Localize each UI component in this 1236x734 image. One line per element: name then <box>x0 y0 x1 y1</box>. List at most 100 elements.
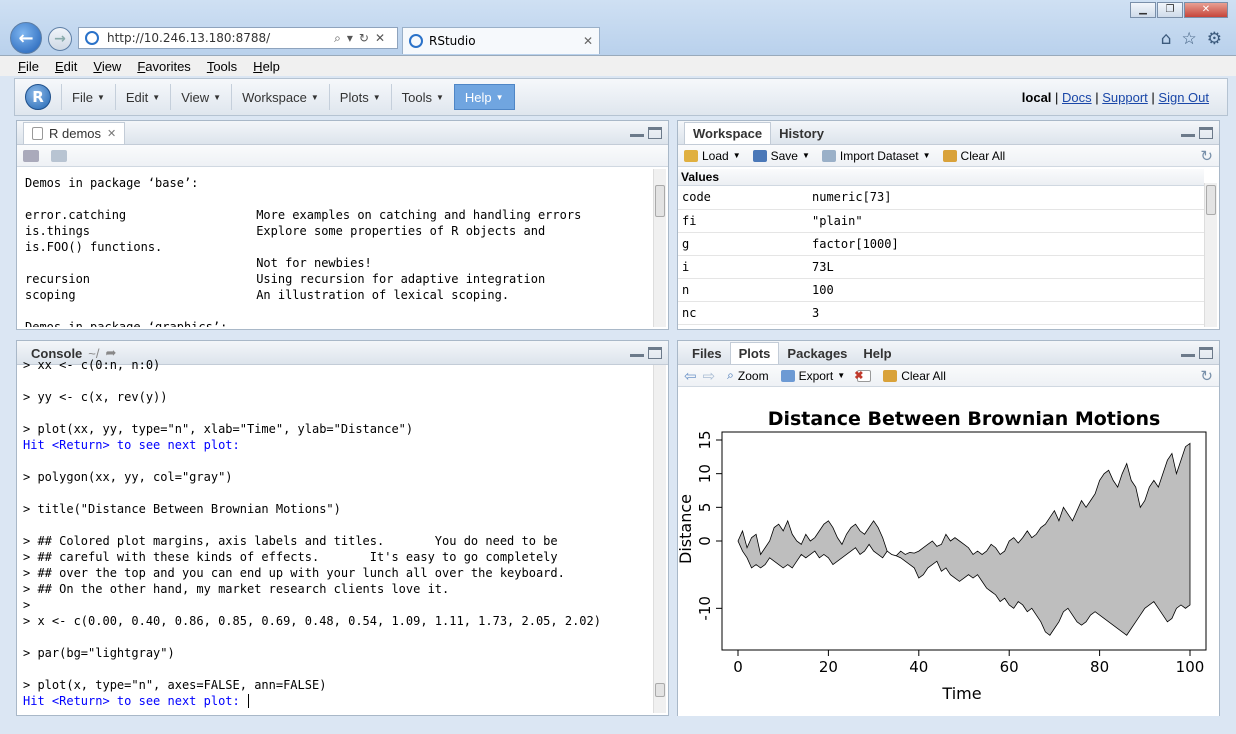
tab-history[interactable]: History <box>771 122 832 144</box>
refresh-icon[interactable]: ↻ <box>1200 147 1213 165</box>
menu-edit[interactable]: Edit <box>47 59 85 74</box>
chevron-down-icon: ▼ <box>495 92 504 102</box>
rmenu-edit[interactable]: Edit ▼ <box>114 84 170 110</box>
url-text[interactable]: http://10.246.13.180:8788/ <box>107 31 270 45</box>
address-bar[interactable]: http://10.246.13.180:8788/ ⌕▾↻✕ <box>78 27 398 49</box>
forward-button[interactable]: → <box>48 27 72 51</box>
rmenu-plots[interactable]: Plots ▼ <box>328 84 391 110</box>
rmenu-help-label: Help <box>464 89 492 105</box>
menu-tools[interactable]: Tools <box>199 59 245 74</box>
user-name: local <box>1021 89 1052 105</box>
workspace-pane-controls <box>1181 127 1213 139</box>
source-line: error.catching More examples on catching… <box>25 208 582 222</box>
save-button[interactable]: Save ▼ <box>752 149 810 163</box>
source-scrollbar[interactable] <box>653 169 666 327</box>
x-tick-label: 100 <box>1176 658 1205 676</box>
tab-workspace[interactable]: Workspace <box>684 122 772 144</box>
rmenu-tools-label: Tools <box>401 89 432 105</box>
tab-files[interactable]: Files <box>684 342 730 364</box>
browser-tab[interactable]: RStudio ✕ <box>402 27 600 54</box>
chevron-down-icon: ▼ <box>213 92 222 102</box>
home-icon[interactable]: ⌂ <box>1161 29 1172 49</box>
area-polygon <box>737 442 1191 636</box>
rmenu-tools[interactable]: Tools ▼ <box>390 84 454 110</box>
rmenu-file[interactable]: File ▼ <box>61 84 115 110</box>
source-line: is.things Explore some properties of R o… <box>25 224 546 238</box>
address-controls[interactable]: ⌕▾↻✕ <box>334 31 397 46</box>
workspace-row[interactable]: code numeric[73] <box>678 186 1204 210</box>
tab-packages[interactable]: Packages <box>779 342 855 364</box>
menu-favorites[interactable]: Favorites <box>129 59 198 74</box>
scrollbar-thumb[interactable] <box>655 185 665 217</box>
workspace-row[interactable]: i 73L <box>678 255 1204 279</box>
clear-all-plots-button[interactable]: Clear All <box>883 369 946 383</box>
tab-help[interactable]: Help <box>855 342 899 364</box>
favorites-star-icon[interactable]: ☆ <box>1182 29 1197 49</box>
variable-value: factor[1000] <box>808 232 1204 256</box>
docs-link[interactable]: Docs <box>1062 90 1092 105</box>
rmenu-workspace[interactable]: Workspace ▼ <box>231 84 329 110</box>
import-dataset-button[interactable]: Import Dataset ▼ <box>821 149 931 163</box>
workspace-row[interactable]: fi "plain" <box>678 209 1204 233</box>
console-line: > ## over the top and you can end up wit… <box>23 566 565 580</box>
menu-file[interactable]: File <box>10 59 47 74</box>
source-toolbar <box>17 145 668 167</box>
restore-window-button[interactable]: ❐ <box>1157 2 1183 18</box>
console-scrollbar[interactable] <box>653 365 666 713</box>
menu-help[interactable]: Help <box>245 59 288 74</box>
minimize-pane-icon[interactable] <box>630 347 644 357</box>
close-tab-icon[interactable]: ✕ <box>583 34 593 48</box>
source-line: Not for newbies! <box>25 256 372 270</box>
minimize-window-button[interactable]: ▁ <box>1130 2 1156 18</box>
maximize-pane-icon[interactable] <box>1199 347 1213 359</box>
refresh-icon[interactable]: ↻ <box>1200 367 1213 385</box>
arrow-right-icon[interactable]: ⇨ <box>703 367 716 385</box>
sign-out-link[interactable]: Sign Out <box>1158 90 1209 105</box>
workspace-row[interactable]: n 100 <box>678 278 1204 302</box>
export-icon <box>780 369 795 382</box>
close-tab-icon[interactable]: ✕ <box>107 127 116 140</box>
rmenu-help[interactable]: Help ▼ <box>453 84 515 110</box>
folder-open-icon <box>684 149 698 162</box>
export-button[interactable]: Export ▼ <box>780 369 846 383</box>
chevron-down-icon: ▼ <box>801 151 810 160</box>
maximize-pane-icon[interactable] <box>1199 127 1213 139</box>
rmenu-view[interactable]: View ▼ <box>170 84 231 110</box>
popout-icon[interactable] <box>51 149 67 162</box>
arrow-left-icon[interactable]: ⇦ <box>684 367 697 385</box>
x-tick-label: 80 <box>1090 658 1109 676</box>
minimize-pane-icon[interactable] <box>1181 347 1195 357</box>
clear-all-button[interactable]: Clear All <box>942 149 1005 163</box>
variable-value: "plain" <box>808 209 1204 233</box>
maximize-pane-icon[interactable] <box>648 127 662 139</box>
x-tick-label: 20 <box>819 658 838 676</box>
minimize-pane-icon[interactable] <box>1181 127 1195 137</box>
zoom-button[interactable]: ⌕ Zoom <box>727 368 768 383</box>
scrollbar-thumb[interactable] <box>655 683 665 697</box>
close-window-button[interactable]: ✕ <box>1184 2 1228 18</box>
support-link[interactable]: Support <box>1102 90 1148 105</box>
chevron-down-icon: ▼ <box>837 371 846 380</box>
print-icon[interactable] <box>23 149 39 162</box>
console-line: > par(bg="lightgray") <box>23 646 175 660</box>
console-line: > x <- c(0.00, 0.40, 0.86, 0.85, 0.69, 0… <box>23 614 601 628</box>
tab-r-demos[interactable]: R demos ✕ <box>23 122 126 144</box>
arrow-left-icon: ← <box>18 27 34 49</box>
workspace-row[interactable]: g factor[1000] <box>678 232 1204 256</box>
menu-view[interactable]: View <box>85 59 129 74</box>
tab-plots[interactable]: Plots <box>729 342 780 364</box>
workspace-row[interactable]: nc 3 <box>678 301 1204 325</box>
gear-icon[interactable]: ⚙ <box>1207 29 1222 49</box>
scrollbar-thumb[interactable] <box>1206 185 1216 215</box>
console-line: > ## Colored plot margins, axis labels a… <box>23 534 558 548</box>
console-line: > <box>23 598 31 612</box>
back-button[interactable]: ← <box>10 22 42 54</box>
minimize-pane-icon[interactable] <box>630 127 644 137</box>
load-button[interactable]: Load ▼ <box>684 149 741 163</box>
console-output[interactable]: > xx <- c(0:n, n:0) > yy <- c(x, rev(y)) >… <box>23 357 651 713</box>
remove-plot-icon[interactable]: ✖ <box>854 369 872 382</box>
workspace-scrollbar[interactable] <box>1204 183 1217 327</box>
table-import-icon <box>821 149 836 162</box>
console-line: > title("Distance Between Brownian Motio… <box>23 502 341 516</box>
